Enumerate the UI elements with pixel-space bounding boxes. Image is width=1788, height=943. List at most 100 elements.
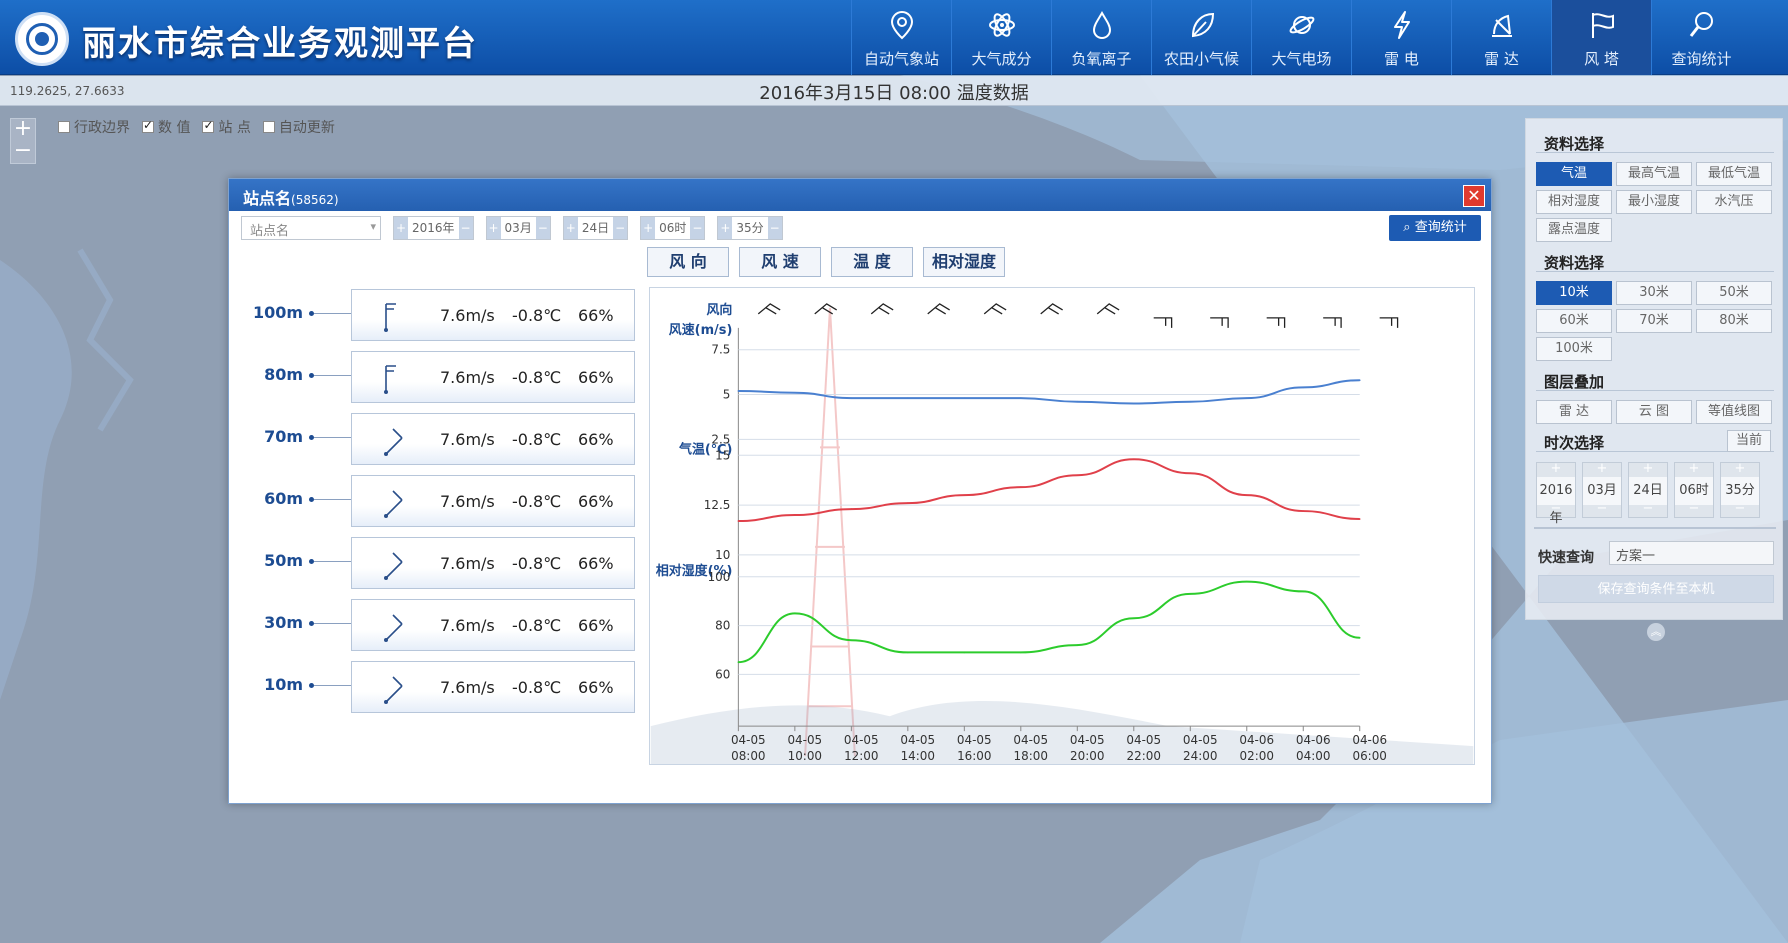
height-row[interactable]: 10m 7.6m/s -0.8℃ 66%	[229, 659, 639, 713]
data-point	[963, 651, 966, 654]
height-row[interactable]: 30m 7.6m/s -0.8℃ 66%	[229, 597, 639, 651]
close-icon[interactable]: ✕	[1463, 185, 1485, 207]
wind-dir-barb	[983, 303, 1007, 315]
data-btn-max-temp[interactable]: 最高气温	[1616, 162, 1692, 186]
station-select[interactable]: 站点名	[241, 216, 381, 240]
layer-toggles: 行政边界 数 值 站 点 自动更新	[58, 117, 335, 137]
nav-radar[interactable]: 雷 达	[1451, 0, 1551, 75]
step-value: 06时	[659, 221, 687, 235]
height-card[interactable]: 7.6m/s -0.8℃ 66%	[351, 413, 635, 465]
time-step-year[interactable]: +2016年 −	[1536, 462, 1576, 526]
x-tick-label-time: 24:00	[1183, 749, 1217, 763]
time-slider-track[interactable]	[1534, 527, 1776, 529]
nav-query[interactable]: 查询统计	[1651, 0, 1751, 75]
wind-dir-barb	[1153, 317, 1173, 328]
temperature: -0.8℃	[512, 616, 562, 635]
quick-query-select[interactable]: 方案一	[1609, 541, 1774, 565]
height-btn-10[interactable]: 10米	[1536, 281, 1612, 305]
data-point	[1358, 379, 1361, 382]
toggle-label: 数 值	[158, 120, 191, 136]
toggle-stations[interactable]: 站 点	[202, 117, 251, 137]
height-btn-60[interactable]: 60米	[1536, 309, 1612, 333]
data-btn-min-humidity[interactable]: 最小湿度	[1616, 190, 1692, 214]
tab-humidity[interactable]: 相对湿度	[923, 247, 1005, 277]
hour-stepper[interactable]: +06时 −	[640, 216, 706, 240]
height-card[interactable]: 7.6m/s -0.8℃ 66%	[351, 537, 635, 589]
height-row[interactable]: 100m 7.6m/s -0.8℃ 66%	[229, 287, 639, 341]
temperature: -0.8℃	[512, 678, 562, 697]
checkbox[interactable]	[142, 118, 154, 133]
height-row[interactable]: 60m 7.6m/s -0.8℃ 66%	[229, 473, 639, 527]
checkbox[interactable]	[58, 121, 70, 133]
data-btn-dewpoint[interactable]: 露点温度	[1536, 218, 1612, 242]
x-tick-label-date: 04-05	[1070, 733, 1105, 747]
height-btn-70[interactable]: 70米	[1616, 309, 1692, 333]
height-card[interactable]: 7.6m/s -0.8℃ 66%	[351, 475, 635, 527]
height-row[interactable]: 80m 7.6m/s -0.8℃ 66%	[229, 349, 639, 403]
x-tick-label-date: 04-05	[1013, 733, 1048, 747]
toggle-values[interactable]: 数 值	[142, 117, 190, 137]
x-tick-label-time: 14:00	[901, 749, 935, 763]
nav-ion[interactable]: 负氧离子	[1051, 0, 1151, 75]
tab-wind-direction[interactable]: 风 向	[647, 247, 729, 277]
nav-label: 负氧离子	[1071, 50, 1132, 68]
zoom-out-button[interactable]: −	[11, 140, 35, 163]
wind-speed: 7.6m/s	[440, 492, 495, 511]
nav-auto-station[interactable]: 自动气象站	[851, 0, 951, 75]
query-stats-button[interactable]: ⌕ 查询统计	[1389, 215, 1481, 241]
x-tick-label-date: 04-05	[731, 733, 766, 747]
toggle-label: 自动更新	[278, 120, 335, 136]
height-card[interactable]: 7.6m/s -0.8℃ 66%	[351, 599, 635, 651]
temperature: -0.8℃	[512, 492, 562, 511]
save-query-button[interactable]: 保存查询条件至本机	[1538, 575, 1774, 603]
checkbox[interactable]	[262, 121, 275, 133]
month-stepper[interactable]: +03月 −	[485, 216, 551, 240]
data-btn-vapor[interactable]: 水汽压	[1696, 190, 1772, 214]
height-btn-80[interactable]: 80米	[1696, 309, 1772, 333]
x-tick-label-date: 04-06	[1239, 733, 1274, 747]
nav-lightning[interactable]: 雷 电	[1351, 0, 1451, 75]
collapse-icon[interactable]: ︽	[1647, 623, 1665, 641]
overlay-btn-contour[interactable]: 等值线图	[1696, 400, 1772, 424]
planet-icon	[1289, 16, 1315, 34]
toggle-admin-boundary[interactable]: 行政边界	[58, 117, 130, 137]
height-btn-50[interactable]: 50米	[1696, 281, 1772, 305]
height-card[interactable]: 7.6m/s -0.8℃ 66%	[351, 661, 635, 713]
data-btn-temp[interactable]: 气温	[1536, 162, 1612, 186]
wind-dir-barb	[1323, 317, 1342, 328]
height-row[interactable]: 50m 7.6m/s -0.8℃ 66%	[229, 535, 639, 589]
time-step-hour[interactable]: +06时 −	[1674, 462, 1714, 518]
minute-stepper[interactable]: +35分 −	[717, 216, 783, 240]
tab-wind-speed[interactable]: 风 速	[739, 247, 821, 277]
height-btn-100[interactable]: 100米	[1536, 337, 1612, 361]
data-btn-min-temp[interactable]: 最低气温	[1696, 162, 1772, 186]
tick-label: 15	[715, 448, 730, 462]
checkbox[interactable]	[202, 118, 215, 133]
toggle-auto-update[interactable]: 自动更新	[262, 117, 335, 137]
time-step-month[interactable]: +03月 −	[1582, 462, 1622, 518]
nav-farm[interactable]: 农田小气候	[1151, 0, 1251, 75]
year-stepper[interactable]: +2016年 −	[393, 216, 474, 240]
height-card[interactable]: 7.6m/s -0.8℃ 66%	[351, 289, 635, 341]
data-point	[1132, 617, 1135, 620]
day-stepper[interactable]: +24日 −	[562, 216, 629, 240]
height-row[interactable]: 70m 7.6m/s -0.8℃ 66%	[229, 411, 639, 465]
tab-temperature[interactable]: 温 度	[831, 247, 913, 277]
time-now-button[interactable]: 当前	[1727, 430, 1771, 452]
height-label: 80m	[264, 365, 303, 384]
overlay-btn-radar[interactable]: 雷 达	[1536, 400, 1612, 424]
wind-barb-icon	[384, 552, 403, 580]
height-card[interactable]: 7.6m/s -0.8℃ 66%	[351, 351, 635, 403]
nav-wind-tower[interactable]: 风 塔	[1551, 0, 1651, 75]
data-point	[737, 520, 740, 522]
wind-dir-barb	[1096, 303, 1120, 315]
nav-atmosphere[interactable]: 大气成分	[951, 0, 1051, 75]
height-btn-30[interactable]: 30米	[1616, 281, 1692, 305]
x-tick-label-time: 08:00	[731, 749, 765, 763]
nav-electric-field[interactable]: 大气电场	[1251, 0, 1351, 75]
height-connector	[314, 313, 356, 314]
time-step-minute[interactable]: +35分 −	[1720, 462, 1760, 518]
overlay-btn-cloud[interactable]: 云 图	[1616, 400, 1692, 424]
time-step-day[interactable]: +24日 −	[1628, 462, 1668, 518]
data-btn-humidity[interactable]: 相对湿度	[1536, 190, 1612, 214]
